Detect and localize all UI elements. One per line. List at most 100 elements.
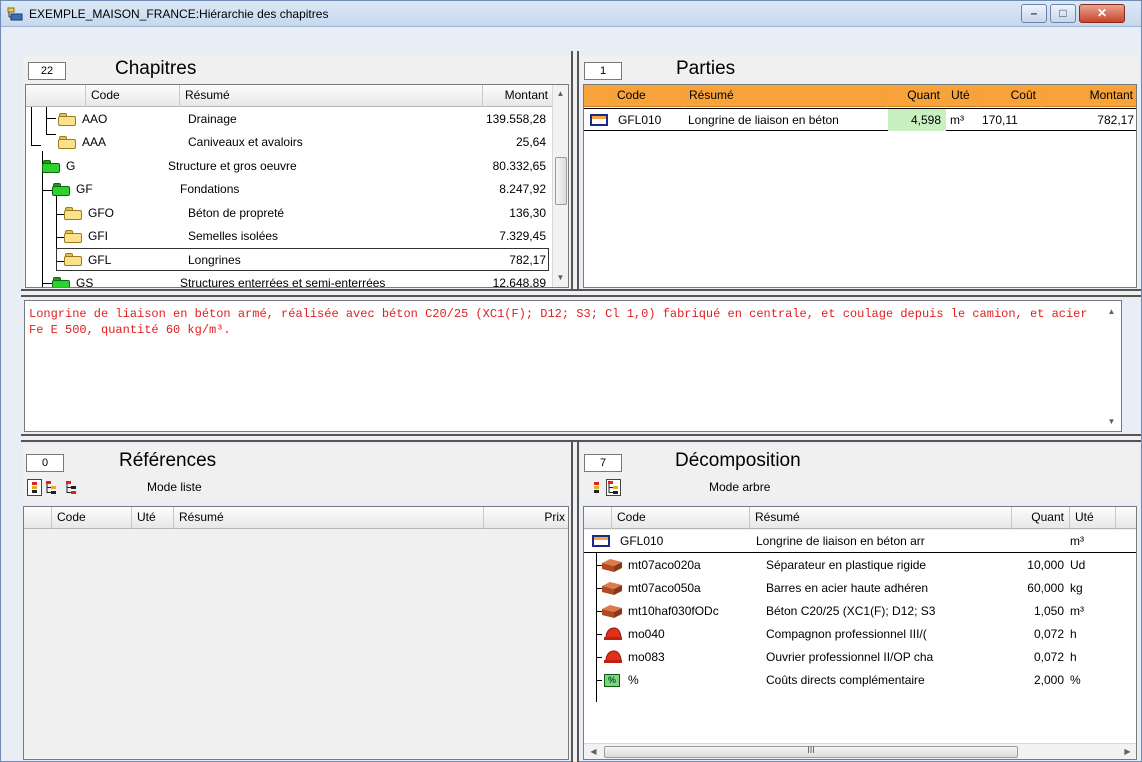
chapitres-col-montant[interactable]: Montant (483, 85, 553, 107)
references-col-prix[interactable]: Prix (484, 507, 568, 529)
scroll-right-icon[interactable]: ▶ (1120, 747, 1135, 756)
parties-montant: 782,17 (1097, 113, 1134, 127)
parties-col-quant[interactable]: Quant (888, 85, 946, 107)
parties-col-resume[interactable]: Résumé (684, 85, 888, 107)
panel-splitter[interactable] (21, 289, 1141, 297)
parties-col-ute[interactable]: Uté (946, 85, 978, 107)
chapitres-montant: 7.329,45 (499, 229, 546, 243)
folder-icon (42, 160, 60, 173)
chapitres-row[interactable]: GF Fondations 8.247,92 (26, 178, 553, 201)
chapitres-resume: Fondations (180, 182, 240, 196)
scroll-left-icon[interactable]: ◀ (586, 747, 601, 756)
decomposition-resume: Coûts directs complémentaire (766, 673, 925, 687)
list-mode-icon[interactable] (589, 479, 604, 496)
panel-splitter[interactable] (571, 442, 579, 762)
unit-price-icon (590, 114, 608, 126)
minimize-button[interactable]: – (1021, 4, 1047, 23)
references-col-code[interactable]: Code (52, 507, 132, 529)
description-text: Longrine de liaison en béton armé, réali… (29, 307, 1088, 337)
minimize-icon: – (1030, 6, 1038, 20)
parties-quant[interactable]: 4,598 (888, 109, 946, 131)
list-mode-icon[interactable] (27, 479, 42, 496)
close-icon: ✕ (1096, 6, 1108, 20)
references-mode-label: Mode liste (147, 480, 202, 494)
decomposition-ute: % (1070, 673, 1081, 687)
chapitres-row[interactable]: GS Structures enterrées et semi-enterrée… (26, 272, 553, 288)
chapitres-scrollbar[interactable]: ▲ ▼ (552, 85, 568, 287)
decomposition-mode-label: Mode arbre (709, 480, 771, 494)
scroll-up-icon[interactable]: ▲ (553, 89, 568, 98)
folder-icon (58, 136, 76, 149)
decomposition-ute: h (1070, 650, 1077, 664)
decomposition-hscrollbar[interactable]: ◀ III ▶ (584, 743, 1136, 759)
chapitres-row[interactable]: G Structure et gros oeuvre 80.332,65 (26, 155, 553, 178)
description-scrollbar[interactable]: ▲ ▼ (1104, 301, 1121, 431)
scroll-down-icon[interactable]: ▼ (553, 273, 568, 282)
brick-icon (602, 582, 622, 595)
maximize-button[interactable]: □ (1050, 4, 1076, 23)
decomposition-ute: kg (1070, 581, 1083, 595)
parties-col-code[interactable]: Code (612, 85, 684, 107)
chapitres-title: Chapitres (115, 58, 197, 79)
decomposition-count: 7 (584, 454, 622, 472)
references-col-blank (24, 507, 52, 529)
maximize-icon: □ (1059, 6, 1067, 20)
decomposition-ute: h (1070, 627, 1077, 641)
chapitres-row[interactable]: AAO Drainage 139.558,28 (26, 108, 553, 131)
parties-count: 1 (584, 62, 622, 80)
chapitres-resume: Caniveaux et avaloirs (188, 135, 303, 149)
panel-splitter[interactable] (571, 51, 579, 289)
chapitres-row[interactable]: GFI Semelles isolées 7.329,45 (26, 225, 553, 248)
window-title: EXEMPLE_MAISON_FRANCE:Hiérarchie des cha… (29, 7, 329, 21)
parties-row-selected[interactable]: GFL010 Longrine de liaison en béton 4,59… (584, 108, 1136, 131)
decomposition-quant: 0,072 (1033, 650, 1064, 664)
folder-icon (64, 230, 82, 243)
panel-splitter[interactable] (21, 434, 1141, 442)
decomposition-row[interactable]: mt07aco050a Barres en acier haute adhére… (584, 577, 1136, 600)
decomposition-code: mt07aco020a (628, 558, 701, 572)
decomposition-col-ute[interactable]: Uté (1070, 507, 1116, 529)
parties-col-cout[interactable]: Coût (978, 85, 1042, 107)
chapitres-row[interactable]: AAA Caniveaux et avaloirs 25,64 (26, 131, 553, 154)
chapitres-code: GFO (88, 206, 114, 220)
scroll-thumb[interactable]: III (604, 745, 1018, 758)
close-button[interactable]: ✕ (1079, 4, 1125, 23)
decomposition-code: mt10haf030fODc (628, 604, 719, 618)
description-textarea[interactable]: Longrine de liaison en béton armé, réali… (24, 300, 1122, 432)
decomposition-quant (994, 530, 1064, 552)
tree-mode-alt-icon[interactable] (65, 479, 80, 496)
references-col-ute[interactable]: Uté (132, 507, 174, 529)
decomposition-row[interactable]: mt07aco020a Séparateur en plastique rigi… (584, 554, 1136, 577)
decomposition-row[interactable]: mo040 Compagnon professionnel III/( 0,07… (584, 623, 1136, 646)
decomposition-row[interactable]: % % Coûts directs complémentaire 2,000 % (584, 669, 1136, 692)
chapitres-row[interactable]: GFO Béton de propreté 136,30 (26, 202, 553, 225)
scroll-up-icon[interactable]: ▲ (1104, 307, 1119, 316)
decomposition-col-resume[interactable]: Résumé (750, 507, 1012, 529)
decomposition-row-selected[interactable]: GFL010 Longrine de liaison en béton arr … (584, 530, 1136, 553)
title-bar[interactable]: EXEMPLE_MAISON_FRANCE:Hiérarchie des cha… (1, 1, 1141, 27)
tree-mode-icon[interactable] (45, 479, 60, 496)
parties-col-montant[interactable]: Montant (1042, 85, 1136, 107)
hierarchy-app-icon (7, 7, 23, 21)
chapitres-col-code[interactable]: Code (86, 85, 180, 107)
decomposition-row[interactable]: mo083 Ouvrier professionnel II/OP cha 0,… (584, 646, 1136, 669)
chapitres-row-selected[interactable]: GFL Longrines 782,17 (56, 248, 549, 271)
references-col-resume[interactable]: Résumé (174, 507, 484, 529)
scroll-down-icon[interactable]: ▼ (1104, 417, 1119, 426)
decomposition-rows-area: GFL010 Longrine de liaison en béton arr … (584, 530, 1136, 744)
decomposition-col-blank (584, 507, 612, 529)
scroll-thumb[interactable] (555, 157, 567, 205)
chapitres-montant: 782,17 (509, 253, 546, 267)
decomposition-quant: 0,072 (1033, 627, 1064, 641)
decomposition-col-quant[interactable]: Quant (1012, 507, 1070, 529)
decomposition-quant: 1,050 (1033, 604, 1064, 618)
decomposition-col-code[interactable]: Code (612, 507, 750, 529)
decomposition-code: % (628, 673, 639, 687)
tree-mode-icon[interactable] (606, 479, 621, 496)
parties-ute: m³ (950, 113, 964, 127)
decomposition-ute: m³ (1070, 604, 1084, 618)
decomposition-row[interactable]: mt10haf030fODc Béton C20/25 (XC1(F); D12… (584, 600, 1136, 623)
chapitres-montant: 12.648,89 (492, 276, 546, 288)
chapitres-col-resume[interactable]: Résumé (180, 85, 483, 107)
decomposition-resume: Barres en acier haute adhéren (766, 581, 929, 595)
